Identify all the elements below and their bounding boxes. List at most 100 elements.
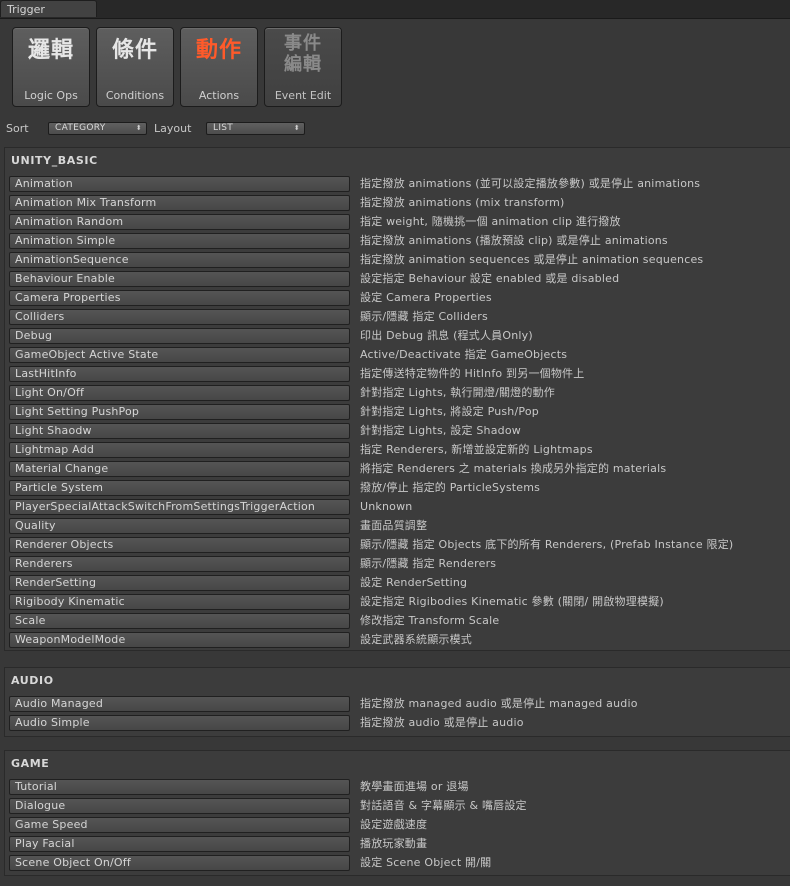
action-button[interactable]: RenderSetting bbox=[9, 575, 350, 591]
action-row: Material Change 將指定 Renderers 之 materials… bbox=[5, 460, 790, 479]
action-description: 畫面品質調整 bbox=[360, 519, 428, 532]
action-button[interactable]: Animation Random bbox=[9, 214, 350, 230]
action-button[interactable]: Animation Mix Transform bbox=[9, 195, 350, 211]
action-row: Quality 畫面品質調整 bbox=[5, 517, 790, 536]
action-row: Renderers 顯示/隱藏 指定 Renderers bbox=[5, 555, 790, 574]
action-button[interactable]: Animation bbox=[9, 176, 350, 192]
action-button[interactable]: WeaponModelMode bbox=[9, 632, 350, 648]
action-description: 指定撥放 animations (播放預設 clip) 或是停止 animati… bbox=[360, 234, 668, 247]
action-row: Tutorial 教學畫面進場 or 退場 bbox=[5, 778, 790, 797]
action-description: 顯示/隱藏 指定 Colliders bbox=[360, 310, 488, 323]
action-button[interactable]: Material Change bbox=[9, 461, 350, 477]
action-description: 指定傳送特定物件的 HitInfo 到另一個物件上 bbox=[360, 367, 585, 380]
event-edit-button[interactable]: 事件 編輯 Event Edit bbox=[264, 27, 342, 107]
event-edit-icon: 事件 編輯 bbox=[265, 33, 341, 75]
section-title: GAME bbox=[11, 757, 50, 770]
section-title: AUDIO bbox=[11, 674, 54, 687]
actions-button[interactable]: 動作 Actions bbox=[180, 27, 258, 107]
action-button[interactable]: Particle System bbox=[9, 480, 350, 496]
action-row: Light Setting PushPop 針對指定 Lights, 將設定 Pu… bbox=[5, 403, 790, 422]
action-description: 設定 RenderSetting bbox=[360, 576, 468, 589]
layout-label: Layout bbox=[154, 122, 192, 135]
action-description: Active/Deactivate 指定 GameObjects bbox=[360, 348, 568, 361]
action-row: LastHitInfo 指定傳送特定物件的 HitInfo 到另一個物件上 bbox=[5, 365, 790, 384]
action-description: Unknown bbox=[360, 500, 413, 513]
action-button[interactable]: Renderer Objects bbox=[9, 537, 350, 553]
action-description: 設定 Camera Properties bbox=[360, 291, 492, 304]
action-description: 顯示/隱藏 指定 Renderers bbox=[360, 557, 497, 570]
action-button[interactable]: Renderers bbox=[9, 556, 350, 572]
action-row: Colliders 顯示/隱藏 指定 Colliders bbox=[5, 308, 790, 327]
action-button[interactable]: PlayerSpecialAttackSwitchFromSettingsTri… bbox=[9, 499, 350, 515]
action-row: Dialogue 對話語音 & 字幕顯示 & 嘴唇設定 bbox=[5, 797, 790, 816]
action-row: Light On/Off 針對指定 Lights, 執行開燈/關燈的動作 bbox=[5, 384, 790, 403]
action-row: PlayerSpecialAttackSwitchFromSettingsTri… bbox=[5, 498, 790, 517]
logic-ops-label: Logic Ops bbox=[24, 89, 78, 102]
action-button[interactable]: Audio Managed bbox=[9, 696, 350, 712]
action-description: 播放玩家動畫 bbox=[360, 837, 428, 850]
action-button[interactable]: Colliders bbox=[9, 309, 350, 325]
action-button[interactable]: Light On/Off bbox=[9, 385, 350, 401]
layout-dropdown[interactable]: LIST ⬍ bbox=[206, 122, 305, 135]
action-button[interactable]: Debug bbox=[9, 328, 350, 344]
logic-ops-button[interactable]: 邏輯 Logic Ops bbox=[12, 27, 90, 107]
action-description: 針對指定 Lights, 執行開燈/關燈的動作 bbox=[360, 386, 555, 399]
action-row: Audio Managed 指定撥放 managed audio 或是停止 man… bbox=[5, 695, 790, 714]
action-row: Debug 印出 Debug 訊息 (程式人員Only) bbox=[5, 327, 790, 346]
action-button[interactable]: GameObject Active State bbox=[9, 347, 350, 363]
action-description: 設定武器系統顯示模式 bbox=[360, 633, 472, 646]
action-button[interactable]: Light Setting PushPop bbox=[9, 404, 350, 420]
action-description: 指定撥放 animation sequences 或是停止 animation … bbox=[360, 253, 704, 266]
tab-trigger[interactable]: Trigger bbox=[0, 0, 97, 17]
action-button[interactable]: Audio Simple bbox=[9, 715, 350, 731]
action-button[interactable]: AnimationSequence bbox=[9, 252, 350, 268]
action-description: 指定撥放 audio 或是停止 audio bbox=[360, 716, 524, 729]
actions-icon: 動作 bbox=[195, 38, 242, 63]
sort-label: Sort bbox=[6, 122, 29, 135]
action-description: 印出 Debug 訊息 (程式人員Only) bbox=[360, 329, 533, 342]
action-button[interactable]: Rigibody Kinematic bbox=[9, 594, 350, 610]
section-unity-basic: UNITY_BASIC Animation 指定撥放 animations (並可… bbox=[4, 147, 790, 651]
conditions-button[interactable]: 條件 Conditions bbox=[96, 27, 174, 107]
action-description: 指定撥放 animations (mix transform) bbox=[360, 196, 565, 209]
action-row: Scene Object On/Off 設定 Scene Object 開/關 bbox=[5, 854, 790, 873]
action-description: 指定 Renderers, 新增並設定新的 Lightmaps bbox=[360, 443, 593, 456]
trigger-panel: 邏輯 Logic Ops 條件 Conditions 動作 Actions 事件… bbox=[0, 19, 790, 886]
action-description: 設定指定 Rigibodies Kinematic 參數 (關閉/ 開啟物理模擬… bbox=[360, 595, 664, 608]
action-button[interactable]: Dialogue bbox=[9, 798, 350, 814]
action-button[interactable]: Game Speed bbox=[9, 817, 350, 833]
conditions-label: Conditions bbox=[105, 89, 165, 102]
action-button[interactable]: Behaviour Enable bbox=[9, 271, 350, 287]
action-button[interactable]: Lightmap Add bbox=[9, 442, 350, 458]
section-game: GAME Tutorial 教學畫面進場 or 退場 Dialogue 對話語音 & … bbox=[4, 750, 790, 876]
action-button[interactable]: Camera Properties bbox=[9, 290, 350, 306]
event-edit-glyph-line: 事件 bbox=[284, 33, 322, 54]
action-button[interactable]: Light Shaodw bbox=[9, 423, 350, 439]
sort-dropdown[interactable]: CATEGORY ⬍ bbox=[48, 122, 147, 135]
action-description: 針對指定 Lights, 設定 Shadow bbox=[360, 424, 521, 437]
action-row: Particle System 撥放/停止 指定的 ParticleSystems bbox=[5, 479, 790, 498]
action-row: Behaviour Enable 設定指定 Behaviour 設定 enable… bbox=[5, 270, 790, 289]
action-button[interactable]: Animation Simple bbox=[9, 233, 350, 249]
section-audio: AUDIO Audio Managed 指定撥放 managed audio 或是… bbox=[4, 667, 790, 737]
action-row: AnimationSequence 指定撥放 animation sequence… bbox=[5, 251, 790, 270]
action-button[interactable]: Scale bbox=[9, 613, 350, 629]
sort-layout-row: Sort CATEGORY ⬍ Layout LIST ⬍ bbox=[0, 121, 790, 139]
action-row: Animation Simple 指定撥放 animations (播放預設 cl… bbox=[5, 232, 790, 251]
action-row: Play Facial 播放玩家動畫 bbox=[5, 835, 790, 854]
action-row: Animation 指定撥放 animations (並可以設定播放參數) 或是停… bbox=[5, 175, 790, 194]
action-row: WeaponModelMode 設定武器系統顯示模式 bbox=[5, 631, 790, 650]
action-description: 撥放/停止 指定的 ParticleSystems bbox=[360, 481, 541, 494]
action-button[interactable]: Play Facial bbox=[9, 836, 350, 852]
action-row: RenderSetting 設定 RenderSetting bbox=[5, 574, 790, 593]
event-edit-label: Event Edit bbox=[274, 89, 332, 102]
action-description: 指定撥放 managed audio 或是停止 managed audio bbox=[360, 697, 638, 710]
action-row: Scale 修改指定 Transform Scale bbox=[5, 612, 790, 631]
action-button[interactable]: Quality bbox=[9, 518, 350, 534]
action-row: Audio Simple 指定撥放 audio 或是停止 audio bbox=[5, 714, 790, 733]
action-button[interactable]: Scene Object On/Off bbox=[9, 855, 350, 871]
action-button[interactable]: LastHitInfo bbox=[9, 366, 350, 382]
sort-value: CATEGORY bbox=[55, 123, 106, 133]
action-button[interactable]: Tutorial bbox=[9, 779, 350, 795]
action-row: Lightmap Add 指定 Renderers, 新增並設定新的 Lightm… bbox=[5, 441, 790, 460]
